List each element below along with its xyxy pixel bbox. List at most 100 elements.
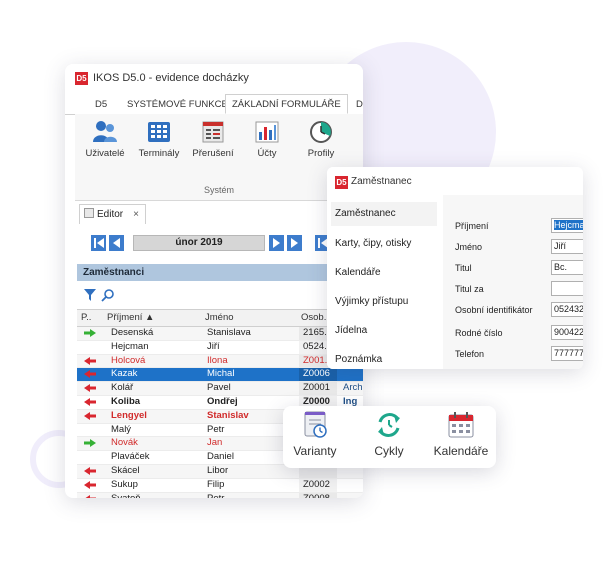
employee-window-title: Zaměstnanec <box>351 176 412 187</box>
cell-surname: Plaváček <box>111 451 150 463</box>
field-label-surname: Příjmení <box>455 221 489 231</box>
cell-surname: Kazak <box>111 368 138 380</box>
cell-surname: Malý <box>111 423 132 435</box>
field-label-phone: Telefon <box>455 349 485 359</box>
terminals-button[interactable]: Terminály <box>131 120 187 159</box>
cell-name: Jiří <box>207 340 220 352</box>
table-row[interactable]: Desenská Stanislava 2165... <box>77 327 363 341</box>
nav-employee[interactable]: Zaměstnanec <box>331 202 437 226</box>
table-row[interactable]: Kazak Michal Z0006 <box>77 368 363 383</box>
cell-name: Petr <box>207 493 299 498</box>
table-row[interactable]: Sukup Filip Z0002 <box>77 478 363 493</box>
profiles-button[interactable]: Profily <box>293 120 349 159</box>
menu-bar: D5 SYSTÉMOVÉ FUNKCE ZÁKLADNÍ FORMULÁŘE D <box>65 94 363 115</box>
menu-d[interactable]: D <box>356 99 363 110</box>
departure-arrow-icon <box>84 480 96 489</box>
departure-arrow-icon <box>84 494 96 498</box>
cell-surname: Desenská <box>111 327 154 338</box>
col-header-name[interactable]: Jméno <box>205 312 234 323</box>
next-month-button[interactable] <box>269 235 284 251</box>
cell-surname: Lengyel <box>111 409 147 421</box>
window-title: IKOS D5.0 - evidence docházky <box>93 72 249 84</box>
nav-canteen[interactable]: Jídelna <box>335 325 367 336</box>
table-row[interactable]: Hejcman Jiří 0524... <box>77 340 363 355</box>
arrival-arrow-icon <box>84 439 96 448</box>
d5-logo: D5 <box>335 176 348 189</box>
close-icon[interactable]: × <box>133 209 139 220</box>
interruption-icon <box>202 121 224 143</box>
cycles-icon <box>378 413 400 437</box>
field-label-title: Titul <box>455 263 472 273</box>
month-label: únor 2019 <box>133 235 265 251</box>
variants-icon <box>304 411 327 438</box>
search-icon[interactable] <box>101 288 115 302</box>
surname-field[interactable]: Hejcman <box>551 218 583 233</box>
cell-name: Ilona <box>207 354 228 366</box>
nav-access-exceptions[interactable]: Výjimky přístupu <box>335 296 408 307</box>
cycles-button[interactable]: Cykly <box>363 410 415 458</box>
nav-cards[interactable]: Karty, čipy, otisky <box>335 238 411 249</box>
cell-id: Z0006 <box>303 368 330 380</box>
interruption-button[interactable]: Přerušení <box>185 120 241 159</box>
nav-note[interactable]: Poznámka <box>335 354 382 365</box>
editor-tab[interactable]: Editor × <box>79 204 146 224</box>
cell-surname: Hejcman <box>111 340 149 352</box>
accounts-button[interactable]: Účty <box>239 120 295 159</box>
profiles-clock-icon <box>310 121 332 143</box>
departure-arrow-icon <box>84 356 96 365</box>
field-label-title-after: Titul za <box>455 284 484 294</box>
previous-month-button[interactable] <box>109 235 124 251</box>
last-month-button[interactable] <box>287 235 302 251</box>
title-after-field[interactable] <box>551 281 583 296</box>
col-header-icon[interactable]: P.. <box>81 312 91 323</box>
editor-tab-icon <box>84 208 94 218</box>
users-icon <box>93 121 117 142</box>
table-row[interactable]: Kolář Pavel Z0001 Arch <box>77 382 363 396</box>
employee-title-bar: D5 Zaměstnanec <box>327 167 583 195</box>
personal-id-field[interactable]: 052432 <box>551 302 583 317</box>
month-navigator: únor 2019 <box>83 235 363 251</box>
departure-arrow-icon <box>84 370 96 379</box>
cell-name: Pavel <box>207 382 231 394</box>
cell-id: Z0002 <box>303 478 330 490</box>
col-header-surname[interactable]: Příjmení ▲ <box>107 312 154 323</box>
title-bar: D5 IKOS D5.0 - evidence docházky <box>65 64 363 92</box>
cell-id: Z0001 <box>303 382 330 394</box>
first-month-button[interactable] <box>91 235 106 251</box>
birth-number-field[interactable]: 900422/ <box>551 325 583 340</box>
nav-calendars[interactable]: Kalendáře <box>335 267 381 278</box>
variants-button[interactable]: Varianty <box>289 410 341 458</box>
table-row[interactable]: Svatoň Petr Z0008 <box>77 492 363 498</box>
cell-name: Libor <box>207 464 229 476</box>
filter-icon[interactable] <box>83 288 97 302</box>
grid-header: P.. Příjmení ▲ Jméno Osob... <box>77 309 363 327</box>
cell-surname: Sukup <box>111 478 138 490</box>
departure-arrow-icon <box>84 397 96 406</box>
menu-d5[interactable]: D5 <box>95 99 107 110</box>
departure-arrow-icon <box>84 384 96 393</box>
calendars-button[interactable]: Kalendáře <box>431 410 491 458</box>
cell-surname: Holcová <box>111 354 146 366</box>
firstname-field[interactable]: Jiří <box>551 239 583 254</box>
tab-bar: Editor × <box>75 203 363 225</box>
floating-toolbar: Varianty Cykly Kalendáře <box>283 406 496 468</box>
users-button[interactable]: Uživatelé <box>77 120 133 159</box>
cell-surname: Svatoň <box>111 493 201 498</box>
cell-surname: Koliba <box>111 395 141 407</box>
field-label-firstname: Jméno <box>455 242 483 252</box>
cell-surname: Novák <box>111 437 138 449</box>
phone-field[interactable]: 777777 <box>551 346 583 361</box>
employee-form: Příjmení Hejcman Jméno Jiří Titul Bc. Ti… <box>443 195 583 369</box>
cell-surname: Skácel <box>111 464 140 476</box>
employee-nav: Zaměstnanec Karty, čipy, otisky Kalendář… <box>327 195 444 369</box>
cell-surname: Kolář <box>111 382 134 394</box>
accounts-chart-icon <box>255 121 279 143</box>
title-field[interactable]: Bc. <box>551 260 583 275</box>
menu-basic-forms[interactable]: ZÁKLADNÍ FORMULÁŘE <box>225 94 348 114</box>
cell-name: Michal <box>207 368 235 380</box>
cell-name: Filip <box>207 478 225 490</box>
departure-arrow-icon <box>84 411 96 420</box>
table-row[interactable]: Holcová Ilona Z001... <box>77 354 363 369</box>
arrival-arrow-icon <box>84 329 96 337</box>
menu-system-functions[interactable]: SYSTÉMOVÉ FUNKCE <box>127 99 228 110</box>
